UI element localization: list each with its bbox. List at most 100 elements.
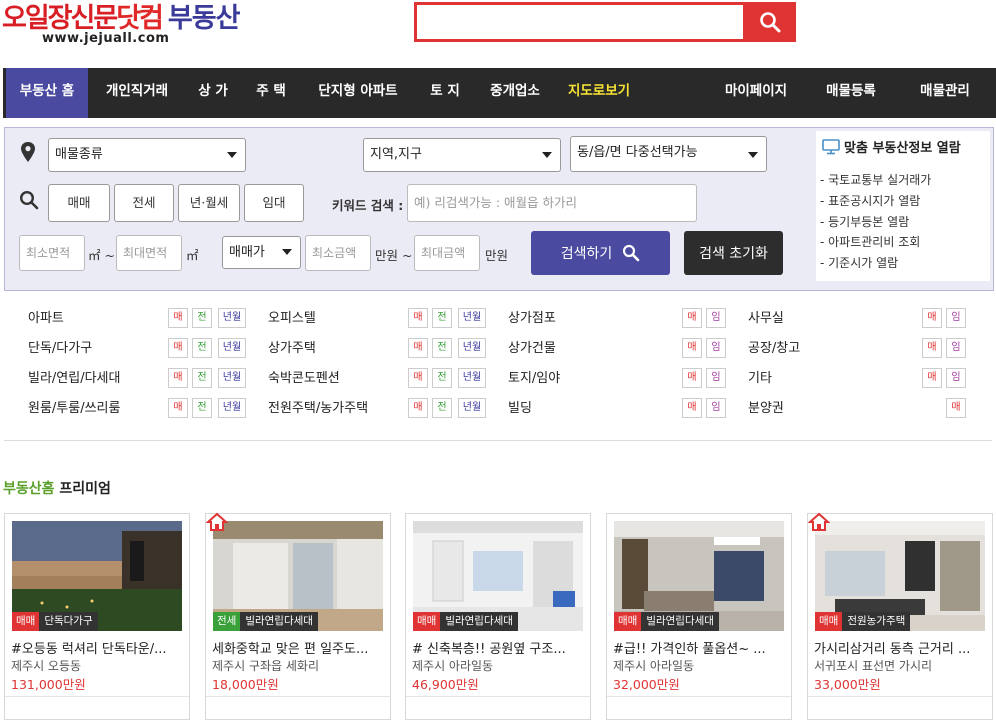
trade-rent-button[interactable]: 임대 bbox=[244, 184, 304, 222]
tag-sale[interactable]: 매 bbox=[408, 398, 428, 418]
tag-sale[interactable]: 매 bbox=[922, 308, 942, 328]
premium-card[interactable]: 매매 전원농가주택 가시리삼거리 동측 근거리 ... 서귀포시 표선면 가시리 … bbox=[807, 512, 993, 720]
listing-title[interactable]: 세화중학교 맞은 편 일주도... bbox=[212, 638, 386, 657]
nav-item-house[interactable]: 주 택 bbox=[245, 68, 297, 118]
category-office[interactable]: 사무실 bbox=[748, 307, 784, 326]
nav-item-land[interactable]: 토 지 bbox=[417, 68, 473, 118]
nav-item-register[interactable]: 매물등록 bbox=[815, 68, 887, 118]
tag-monthly[interactable]: 년월 bbox=[458, 308, 486, 328]
tag-jeonse[interactable]: 전 bbox=[432, 338, 452, 358]
tag-jeonse[interactable]: 전 bbox=[432, 308, 452, 328]
nav-item-manage[interactable]: 매물관리 bbox=[909, 68, 981, 118]
category-shop[interactable]: 상가점포 bbox=[508, 307, 556, 326]
category-land[interactable]: 토지/임야 bbox=[508, 367, 560, 386]
listing-location: 서귀포시 표선면 가시리 bbox=[814, 659, 933, 673]
listing-title[interactable]: # 신축복층!! 공원옆 구조... bbox=[412, 638, 586, 657]
category-presale[interactable]: 분양권 bbox=[748, 397, 784, 416]
side-link-real-price[interactable]: - 국토교통부 실거래가 bbox=[820, 171, 931, 188]
property-type-select[interactable]: 매물종류 bbox=[48, 138, 246, 172]
min-price-input[interactable]: 최소금액 bbox=[305, 235, 371, 271]
category-detached[interactable]: 단독/다가구 bbox=[28, 337, 92, 356]
tag-sale[interactable]: 매 bbox=[408, 338, 428, 358]
tag-sale[interactable]: 매 bbox=[922, 338, 942, 358]
premium-card[interactable]: 매매 단독다가구 #오등동 럭셔리 단독타운/... 제주시 오등동 131,00… bbox=[4, 513, 190, 720]
tag-jeonse[interactable]: 전 bbox=[432, 398, 452, 418]
tag-sale[interactable]: 매 bbox=[682, 368, 702, 388]
price-type-select[interactable]: 매매가 bbox=[222, 236, 301, 269]
listing-title[interactable]: #급!! 가격인하 풀옵션~ ... bbox=[613, 638, 787, 657]
dong-select[interactable]: 동/읍/면 다중선택가능 bbox=[570, 136, 767, 172]
category-store-house[interactable]: 상가주택 bbox=[268, 337, 316, 356]
search-submit-button[interactable]: 검색하기 bbox=[531, 231, 670, 275]
tag-sale[interactable]: 매 bbox=[408, 308, 428, 328]
tag-monthly[interactable]: 년월 bbox=[218, 338, 246, 358]
tag-sale[interactable]: 매 bbox=[682, 308, 702, 328]
search-button[interactable] bbox=[744, 2, 796, 42]
keyword-input[interactable]: 예) 리검색가능 : 애월읍 하가리 bbox=[407, 184, 697, 222]
nav-item-map[interactable]: 지도로보기 bbox=[559, 68, 639, 118]
nav-item-home[interactable]: 부동산 홈 bbox=[6, 68, 88, 118]
side-link-registry[interactable]: - 등기부등본 열람 bbox=[820, 213, 909, 230]
tag-sale[interactable]: 매 bbox=[168, 398, 188, 418]
min-area-input[interactable]: 최소면적 bbox=[19, 235, 85, 271]
premium-card[interactable]: 매매 빌라연립다세대 # 신축복층!! 공원옆 구조... 제주시 아라일동 46… bbox=[405, 513, 591, 720]
nav-item-agency[interactable]: 중개업소 bbox=[479, 68, 551, 118]
tag-rent[interactable]: 임 bbox=[706, 308, 726, 328]
category-commercial-bldg[interactable]: 상가건물 bbox=[508, 337, 556, 356]
tag-sale[interactable]: 매 bbox=[682, 398, 702, 418]
tag-sale[interactable]: 매 bbox=[168, 338, 188, 358]
tag-rent[interactable]: 임 bbox=[706, 338, 726, 358]
category-lodging[interactable]: 숙박콘도펜션 bbox=[268, 367, 340, 386]
premium-card[interactable]: 매매 빌라연립다세대 #급!! 가격인하 풀옵션~ ... 제주시 아라일동 32… bbox=[606, 513, 792, 720]
trade-jeonse-button[interactable]: 전세 bbox=[114, 184, 174, 222]
nav-item-apartment[interactable]: 단지형 아파트 bbox=[305, 68, 411, 118]
category-villa[interactable]: 빌라/연립/다세대 bbox=[28, 367, 120, 386]
tag-rent[interactable]: 임 bbox=[946, 368, 966, 388]
tag-jeonse[interactable]: 전 bbox=[192, 308, 212, 328]
tag-sale[interactable]: 매 bbox=[168, 308, 188, 328]
reset-search-button[interactable]: 검색 초기화 bbox=[684, 231, 783, 275]
tag-sale[interactable]: 매 bbox=[922, 368, 942, 388]
tag-jeonse[interactable]: 전 bbox=[432, 368, 452, 388]
tag-monthly[interactable]: 년월 bbox=[458, 338, 486, 358]
tag-jeonse[interactable]: 전 bbox=[192, 368, 212, 388]
trade-monthly-button[interactable]: 년·월세 bbox=[178, 184, 240, 222]
max-area-input[interactable]: 최대면적 bbox=[116, 235, 182, 271]
tag-sale[interactable]: 매 bbox=[682, 338, 702, 358]
tag-rent[interactable]: 임 bbox=[706, 368, 726, 388]
category-officetel[interactable]: 오피스텔 bbox=[268, 307, 316, 326]
tag-sale[interactable]: 매 bbox=[408, 368, 428, 388]
tag-sale[interactable]: 매 bbox=[946, 398, 966, 418]
side-link-standard-price[interactable]: - 기준시가 열람 bbox=[820, 254, 898, 271]
max-price-input[interactable]: 최대금액 bbox=[414, 235, 480, 271]
listing-title[interactable]: 가시리삼거리 동측 근거리 ... bbox=[814, 638, 988, 657]
nav-item-store[interactable]: 상 가 bbox=[187, 68, 239, 118]
category-label: 빌라연립다세대 bbox=[641, 612, 719, 631]
tag-jeonse[interactable]: 전 bbox=[192, 398, 212, 418]
tag-rent[interactable]: 임 bbox=[706, 398, 726, 418]
tag-monthly[interactable]: 년월 bbox=[458, 398, 486, 418]
nav-item-mypage[interactable]: 마이페이지 bbox=[715, 68, 797, 118]
premium-card[interactable]: 전세 빌라연립다세대 세화중학교 맞은 편 일주도... 제주시 구좌읍 세화리 … bbox=[205, 512, 391, 720]
search-input[interactable] bbox=[414, 2, 746, 42]
tag-rent[interactable]: 임 bbox=[946, 338, 966, 358]
category-etc[interactable]: 기타 bbox=[748, 367, 772, 386]
tag-monthly[interactable]: 년월 bbox=[218, 398, 246, 418]
tag-monthly[interactable]: 년월 bbox=[218, 368, 246, 388]
nav-item-direct[interactable]: 개인직거래 bbox=[93, 68, 181, 118]
category-country-house[interactable]: 전원주택/농가주택 bbox=[268, 397, 368, 416]
tag-monthly[interactable]: 년월 bbox=[458, 368, 486, 388]
tag-jeonse[interactable]: 전 bbox=[192, 338, 212, 358]
side-link-apt-fee[interactable]: - 아파트관리비 조회 bbox=[820, 233, 920, 250]
tag-rent[interactable]: 임 bbox=[946, 308, 966, 328]
category-apartment[interactable]: 아파트 bbox=[28, 307, 64, 326]
category-oneroom[interactable]: 원룸/투룸/쓰리룸 bbox=[28, 397, 120, 416]
category-factory[interactable]: 공장/창고 bbox=[748, 337, 800, 356]
listing-title[interactable]: #오등동 럭셔리 단독타운/... bbox=[11, 638, 185, 657]
side-link-land-price[interactable]: - 표준공시지가 열람 bbox=[820, 192, 920, 209]
category-building[interactable]: 빌딩 bbox=[508, 397, 532, 416]
region-select[interactable]: 지역,지구 bbox=[363, 138, 561, 172]
tag-sale[interactable]: 매 bbox=[168, 368, 188, 388]
trade-sale-button[interactable]: 매매 bbox=[48, 184, 110, 222]
tag-monthly[interactable]: 년월 bbox=[218, 308, 246, 328]
